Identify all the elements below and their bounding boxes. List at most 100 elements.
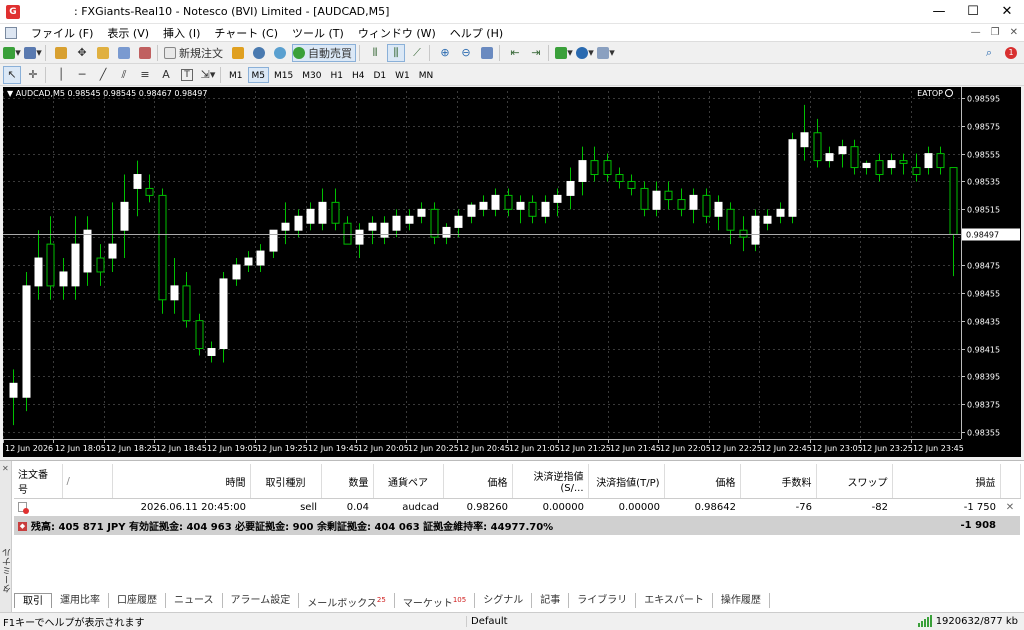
column-header[interactable]: スワップ [816,464,893,499]
timeframe-h1[interactable]: H1 [326,67,347,83]
zoom-out-button[interactable]: ⊖ [457,44,475,62]
indicators-button[interactable]: ▾ [555,44,573,62]
column-header[interactable]: 決済逆指値(S/... [512,464,589,499]
tester-button[interactable] [136,44,154,62]
tab-trade[interactable]: 取引 [14,593,52,608]
trendline-tool[interactable]: ╱ [94,66,112,84]
timeframe-m15[interactable]: M15 [270,67,297,83]
minimize-button[interactable]: — [922,0,956,24]
menu-view[interactable]: 表示 (V) [107,25,149,41]
connection-status[interactable]: 1920632/877 kb [917,615,1018,627]
column-header[interactable]: 注文番号 [14,464,63,499]
text-tool[interactable]: A [157,66,175,84]
cursor-tool[interactable]: ↖ [3,65,21,84]
candle-bearish [912,167,921,176]
signals-button[interactable] [250,44,268,62]
tab-news[interactable]: ニュース [166,593,223,608]
chart-shift-button[interactable]: ⇥ [527,44,545,62]
column-header-spacer [1000,464,1021,499]
close-button[interactable]: ✕ [990,0,1024,24]
new-chart-button[interactable]: ▾ [3,44,21,62]
market-button[interactable] [271,44,289,62]
horizontal-line-tool[interactable]: ─ [73,66,91,84]
auto-trading-button[interactable]: 自動売買 [292,43,356,62]
table-row[interactable]: 2026.06.11 20:45:00 sell 0.04 audcad 0.9… [14,499,1020,516]
sort-indicator[interactable]: / [62,464,113,499]
templates-button[interactable]: ▾ [597,44,615,62]
order-sl[interactable]: 0.00000 [512,499,588,516]
column-header[interactable]: 手数料 [740,464,817,499]
profiles-button[interactable]: ▾ [24,44,42,62]
tab-journal[interactable]: 操作履歴 [713,593,770,608]
chart-canvas[interactable]: 0.98595 0.98575 0.98555 0.98535 0.98515 0.984… [3,87,1021,457]
tab-mailbox[interactable]: メールボックス25 [299,593,395,609]
tab-signals[interactable]: シグナル [475,593,533,608]
tab-market[interactable]: マーケット105 [395,593,476,609]
column-header[interactable]: 価格 [664,464,741,499]
navigator-button[interactable] [94,44,112,62]
column-header[interactable]: 決済指値(T/P) [588,464,665,499]
menu-insert[interactable]: 挿入 (I) [163,25,200,41]
menu-file[interactable]: ファイル (F) [31,25,93,41]
tile-windows-button[interactable] [478,44,496,62]
notifications-button[interactable]: 1 [1002,44,1020,62]
candle-bullish [368,222,377,231]
tab-experts[interactable]: エキスパート [636,593,713,608]
column-header[interactable]: 損益 [892,464,1001,499]
close-order-icon[interactable]: ✕ [1000,499,1020,516]
metaeditor-button[interactable] [229,44,247,62]
timeframe-mn[interactable]: MN [415,67,438,83]
arrows-tool[interactable]: ⇲ ▾ [199,66,217,84]
candle-bearish [430,208,439,238]
menu-chart[interactable]: チャート (C) [214,25,278,41]
timeframe-d1[interactable]: D1 [369,67,390,83]
menu-tools[interactable]: ツール (T) [292,25,344,41]
candlestick-button[interactable]: ⫼ [387,43,405,62]
search-button[interactable]: ⌕ [980,44,998,62]
timeframe-h4[interactable]: H4 [348,67,369,83]
new-order-button[interactable]: 新規注文 [164,44,226,62]
separator [499,44,500,61]
chart-window-icon[interactable] [5,26,17,39]
vertical-line-tool[interactable]: │ [52,66,70,84]
column-header[interactable]: 通貨ペア [373,464,444,499]
tab-library[interactable]: ライブラリ [569,593,637,608]
candle-bullish [825,153,834,162]
channel-tool[interactable]: ⫽ [115,66,133,84]
mdi-minimize-icon[interactable]: — [971,24,981,42]
crosshair-tool[interactable]: ✛ [24,66,42,84]
menu-help[interactable]: ヘルプ (H) [450,25,503,41]
time-axis-label: 12 Jun 23:25 [862,444,913,453]
mdi-close-icon[interactable]: ✕ [1010,24,1018,42]
column-header[interactable]: 時間 [112,464,251,499]
fibonacci-tool[interactable]: ≡ [136,66,154,84]
price-chart[interactable]: 0.98595 0.98575 0.98555 0.98535 0.98515 0.984… [3,87,1021,457]
order-tp[interactable]: 0.00000 [588,499,664,516]
data-window-button[interactable]: ✥ [73,44,91,62]
menu-window[interactable]: ウィンドウ (W) [358,25,436,41]
terminal-close-icon[interactable]: ✕ [2,464,9,473]
terminal-button[interactable] [115,44,133,62]
tab-articles[interactable]: 記事 [532,593,570,608]
tab-history[interactable]: 口座履歴 [109,593,166,608]
periods-button[interactable]: ▾ [576,44,594,62]
candle-bullish [751,215,760,245]
timeframe-m5[interactable]: M5 [247,66,269,83]
column-header[interactable]: 数量 [321,464,374,499]
bar-chart-button[interactable]: ⫴ [366,44,384,62]
tab-alerts[interactable]: アラーム設定 [223,593,300,608]
column-header[interactable]: 取引種別 [250,464,322,499]
text-label-tool[interactable]: T [178,66,196,84]
auto-scroll-button[interactable]: ⇤ [506,44,524,62]
maximize-button[interactable]: ☐ [956,0,990,24]
timeframe-m1[interactable]: M1 [225,67,247,83]
market-watch-button[interactable] [52,44,70,62]
candle-bullish [763,215,772,224]
timeframe-m30[interactable]: M30 [298,67,325,83]
mdi-restore-icon[interactable]: ❐ [991,24,1000,42]
line-chart-button[interactable]: ⟋ [408,44,426,62]
column-header[interactable]: 価格 [443,464,513,499]
timeframe-w1[interactable]: W1 [391,67,414,83]
zoom-in-button[interactable]: ⊕ [436,44,454,62]
tab-exposure[interactable]: 運用比率 [52,593,109,608]
